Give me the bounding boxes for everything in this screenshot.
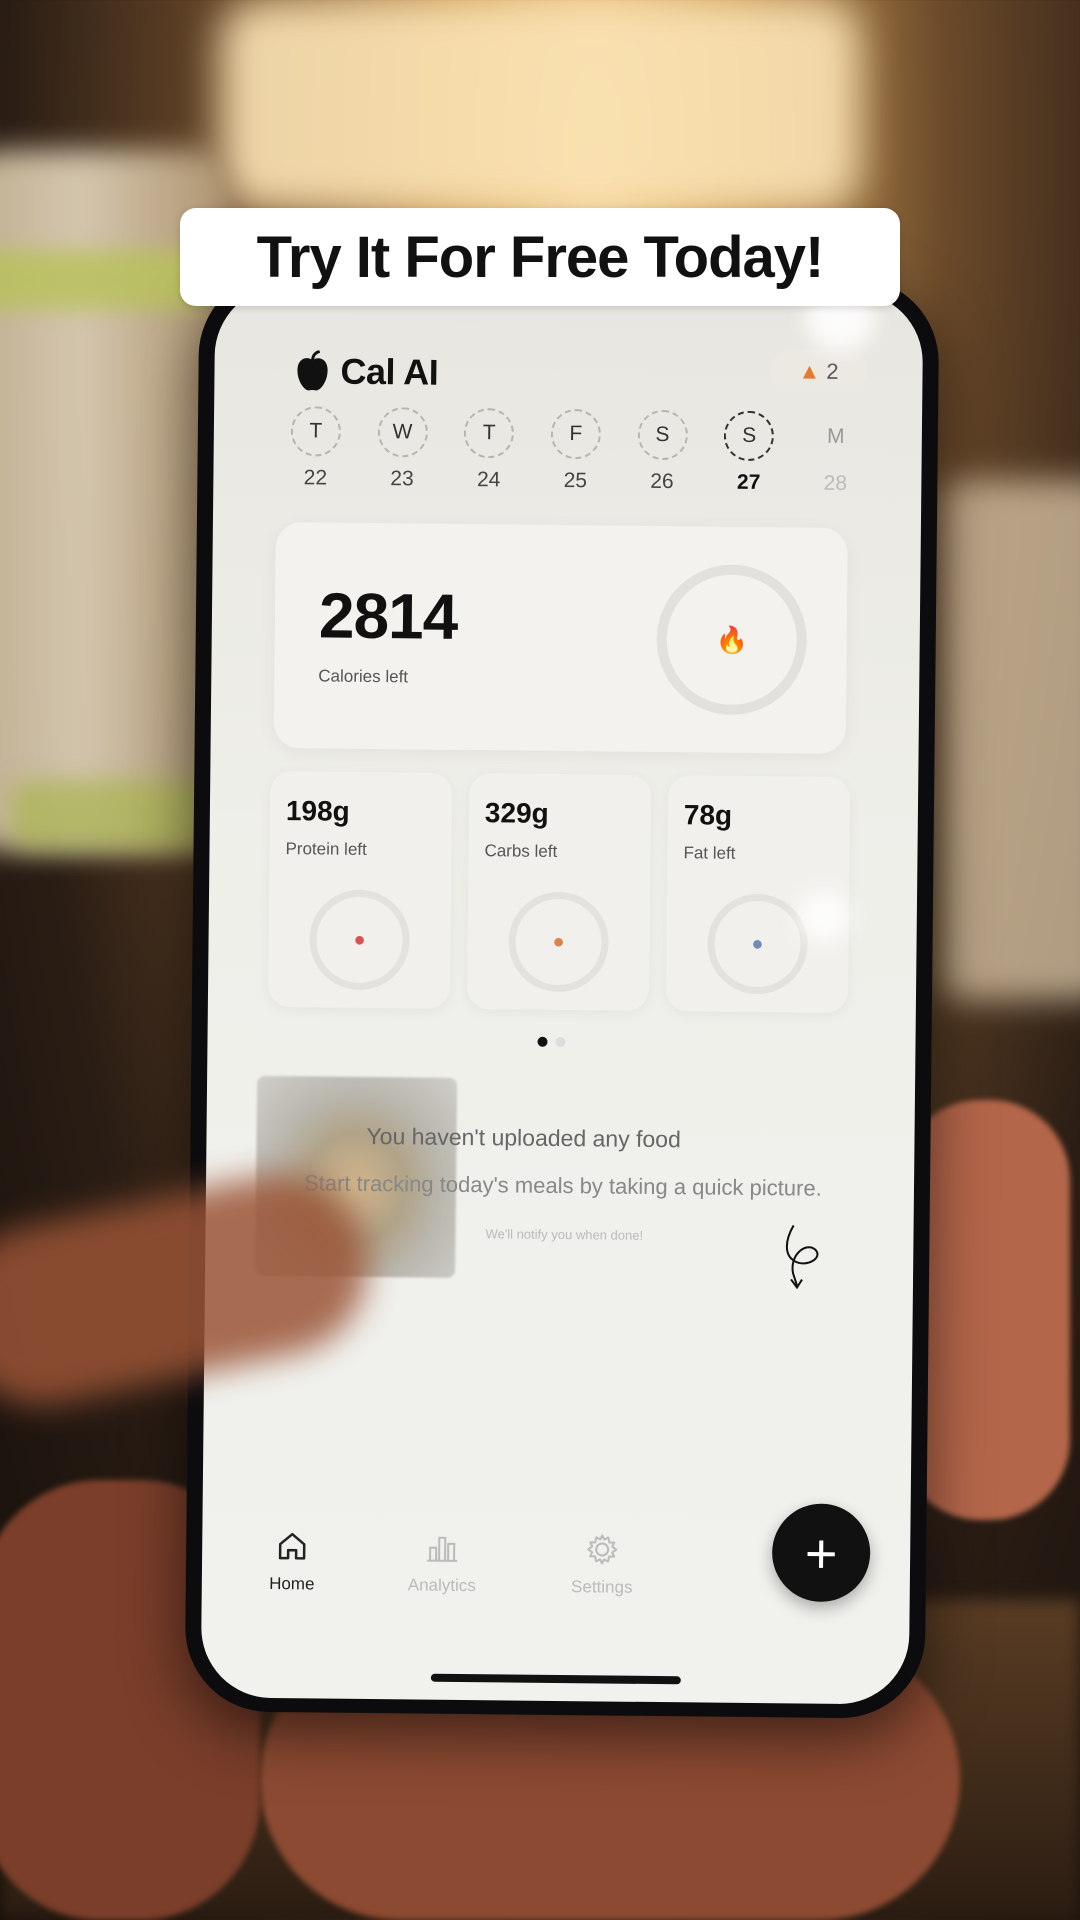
day-number: 28	[823, 471, 848, 495]
gear-icon	[587, 1534, 618, 1565]
empty-state-title: You haven't uploaded any food	[366, 1122, 681, 1153]
day-number: 26	[650, 469, 674, 494]
day-item-today[interactable]: S 27	[719, 410, 780, 496]
bottom-tab-bar: Home Analytics Settings +	[201, 1477, 911, 1704]
flame-icon: ▲	[798, 358, 821, 384]
day-item[interactable]: W 23	[372, 407, 433, 492]
empty-state-note: We'll notify you when done!	[485, 1226, 644, 1243]
day-letter: T	[463, 407, 515, 459]
streak-badge[interactable]: ▲ 2	[770, 349, 867, 395]
tab-label: Home	[269, 1573, 315, 1594]
wheat-icon: ●	[552, 930, 565, 953]
protein-card[interactable]: 198g Protein left ●	[267, 770, 453, 1009]
fat-value: 78g	[683, 799, 733, 831]
phone: Cal AI ▲ 2 T 22 W 23 T 24 F 25 S 26 S 27…	[184, 271, 940, 1719]
tab-label: Analytics	[407, 1575, 476, 1596]
protein-label: Protein left	[285, 839, 367, 859]
tab-home[interactable]: Home	[232, 1526, 353, 1595]
streak-count: 2	[826, 358, 839, 384]
day-item[interactable]: S 26	[632, 409, 693, 495]
day-number: 27	[736, 470, 761, 495]
page-dot-active	[537, 1036, 548, 1047]
app-screen: Cal AI ▲ 2 T 22 W 23 T 24 F 25 S 26 S 27…	[200, 285, 924, 1705]
promo-caption: Try It For Free Today!	[180, 208, 900, 306]
day-number: 25	[563, 468, 588, 493]
day-letter: S	[723, 410, 775, 462]
tab-label: Settings	[570, 1577, 633, 1597]
calories-value: 2814	[318, 579, 458, 653]
day-letter: F	[550, 408, 602, 460]
home-icon	[278, 1532, 306, 1560]
day-item[interactable]: T 22	[285, 406, 346, 491]
carbs-progress-ring: ●	[508, 891, 610, 993]
apple-logo-icon	[297, 350, 328, 391]
calories-progress-ring: 🔥	[655, 563, 808, 716]
day-number: 23	[390, 467, 414, 491]
background-lamp	[220, 0, 860, 210]
day-number: 24	[476, 468, 501, 492]
carbs-value: 329g	[484, 797, 549, 829]
fat-label: Fat left	[683, 843, 736, 863]
background-object	[940, 480, 1080, 1000]
light-glare	[798, 891, 850, 942]
tab-analytics[interactable]: Analytics	[382, 1527, 503, 1596]
arrow-scribble-icon	[785, 1224, 819, 1290]
background-cup-band	[0, 250, 210, 310]
protein-value: 198g	[285, 795, 350, 827]
bar-chart-icon	[427, 1536, 458, 1562]
macros-row: 198g Protein left ● 329g Carbs left ● 78…	[267, 770, 851, 1013]
app-header: Cal AI	[292, 341, 438, 403]
day-letter: M	[826, 424, 845, 448]
calories-card[interactable]: 2814 Calories left 🔥	[273, 521, 848, 754]
carbs-label: Carbs left	[484, 841, 558, 861]
add-food-button[interactable]: +	[771, 1503, 871, 1603]
calories-label: Calories left	[318, 666, 409, 687]
day-item[interactable]: M 28	[805, 412, 866, 497]
protein-progress-ring: ●	[309, 889, 411, 991]
day-item[interactable]: F 25	[545, 408, 606, 494]
page-indicator[interactable]	[537, 1036, 566, 1048]
background-cup-band	[10, 780, 210, 850]
carbs-card[interactable]: 329g Carbs left ●	[466, 773, 652, 1011]
flame-icon: 🔥	[715, 624, 749, 655]
droplet-icon: ●	[751, 932, 764, 955]
day-item[interactable]: T 24	[459, 407, 520, 493]
tab-settings[interactable]: Settings	[542, 1529, 663, 1598]
fat-progress-ring: ●	[707, 893, 809, 995]
day-number: 22	[303, 466, 328, 490]
empty-state-subtitle: Start tracking today's meals by taking a…	[303, 1170, 822, 1201]
page-dot	[555, 1036, 566, 1048]
day-letter: T	[290, 406, 342, 457]
app-title: Cal AI	[340, 350, 439, 393]
day-letter: W	[377, 407, 428, 458]
drumstick-icon: ●	[353, 928, 366, 951]
day-letter: S	[637, 409, 688, 461]
week-day-selector: T 22 W 23 T 24 F 25 S 26 S 27 M 28	[285, 406, 866, 496]
